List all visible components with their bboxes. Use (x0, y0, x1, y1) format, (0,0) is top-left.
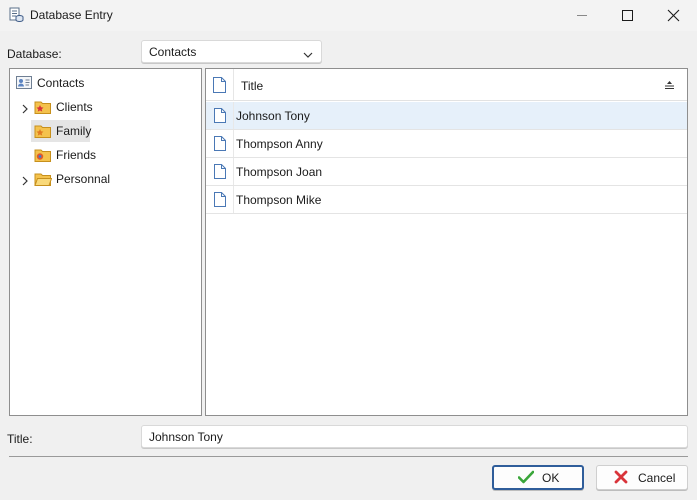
database-label: Database: (7, 47, 62, 61)
list-header: Title (206, 69, 687, 101)
window-title: Database Entry (30, 8, 113, 22)
row-title: Thompson Anny (236, 137, 323, 151)
close-icon[interactable] (651, 0, 697, 31)
title-label: Title: (7, 432, 33, 446)
chevron-right-icon[interactable] (21, 103, 29, 114)
database-dropdown[interactable]: Contacts (141, 40, 322, 63)
list-row[interactable]: Johnson Tony (206, 102, 687, 130)
chevron-right-icon[interactable] (21, 175, 29, 186)
star-folder-icon (34, 147, 52, 163)
column-header-title[interactable]: Title (241, 79, 263, 93)
title-input[interactable] (141, 425, 688, 448)
tree-item-family[interactable]: Family (10, 120, 201, 142)
tree-item-friends[interactable]: Friends (10, 144, 201, 166)
ok-label: OK (542, 471, 560, 485)
sort-icon[interactable] (664, 79, 675, 93)
contact-card-icon (16, 76, 34, 92)
database-selected-value: Contacts (149, 45, 197, 59)
title-bar: Database Entry (0, 0, 697, 31)
document-icon (213, 77, 226, 96)
tree-item-label: Friends (56, 148, 97, 162)
cancel-label: Cancel (638, 471, 676, 485)
tree-item-label: Personnal (56, 172, 111, 186)
cancel-x-icon (614, 470, 628, 487)
row-title: Johnson Tony (236, 109, 310, 123)
tree-root-contacts[interactable]: Contacts (10, 72, 201, 94)
folder-icon (34, 171, 53, 187)
category-tree[interactable]: Contacts Clients Family Friends Personna… (9, 68, 202, 416)
document-icon (214, 108, 226, 126)
row-title: Thompson Mike (236, 193, 322, 207)
cancel-button[interactable]: Cancel (596, 465, 688, 490)
row-title: Thompson Joan (236, 165, 323, 179)
database-entry-icon (8, 7, 24, 23)
tree-root-label: Contacts (37, 76, 85, 90)
footer-divider (9, 456, 688, 457)
document-icon (214, 136, 226, 154)
tree-item-label: Clients (56, 100, 93, 114)
maximize-icon[interactable] (605, 0, 651, 31)
tree-item-personnal[interactable]: Personnal (10, 168, 201, 190)
document-icon (214, 192, 226, 210)
tree-item-clients[interactable]: Clients (10, 96, 201, 118)
star-folder-icon (34, 99, 52, 115)
document-icon (214, 164, 226, 182)
chevron-down-icon (303, 48, 313, 58)
ok-button[interactable]: OK (492, 465, 584, 490)
list-row[interactable]: Thompson Mike (206, 186, 687, 214)
list-row[interactable]: Thompson Joan (206, 158, 687, 186)
checkmark-icon (517, 470, 535, 487)
minimize-icon[interactable] (559, 0, 605, 31)
entries-list[interactable]: Title Johnson Tony Thompson Anny Thompso… (205, 68, 688, 416)
tree-item-label: Family (56, 124, 92, 138)
star-folder-icon (34, 123, 52, 139)
list-row[interactable]: Thompson Anny (206, 130, 687, 158)
